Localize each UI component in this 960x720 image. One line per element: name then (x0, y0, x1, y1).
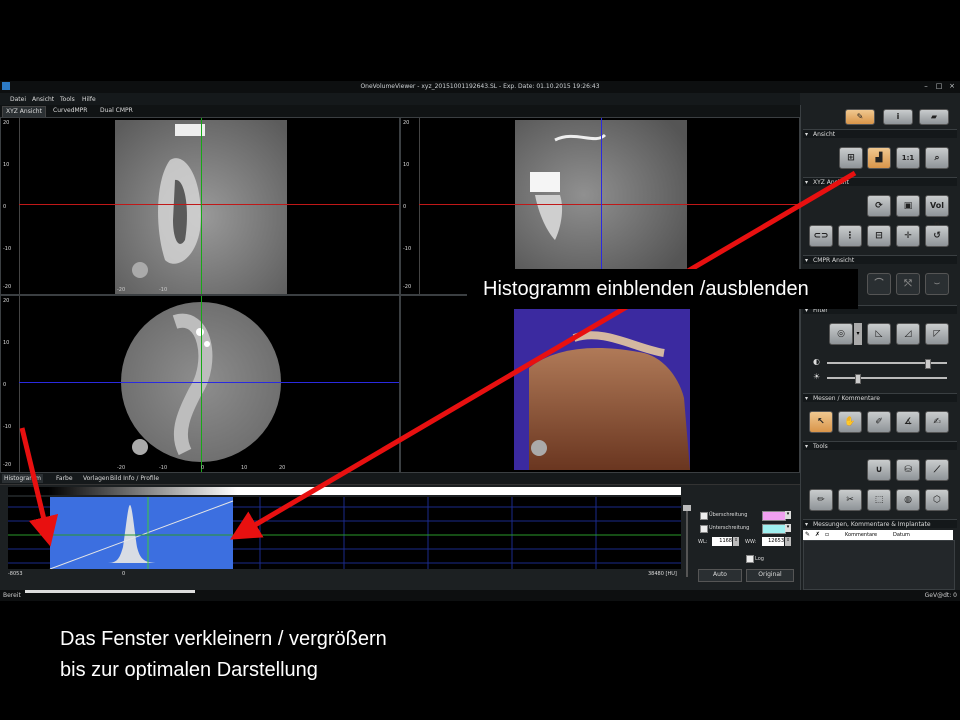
caption-line-2: bis zur optimalen Darstellung (60, 659, 318, 681)
arrow-to-histogram-right (230, 170, 857, 540)
caption: Das Fenster verkleinern / vergrößern bis… (60, 624, 660, 686)
annotation-arrows (19, 170, 857, 547)
caption-line-1: Das Fenster verkleinern / vergrößern (60, 628, 387, 650)
callout-label: Histogramm einblenden /ausblenden (467, 269, 858, 309)
arrow-to-histogram-left (19, 427, 59, 547)
